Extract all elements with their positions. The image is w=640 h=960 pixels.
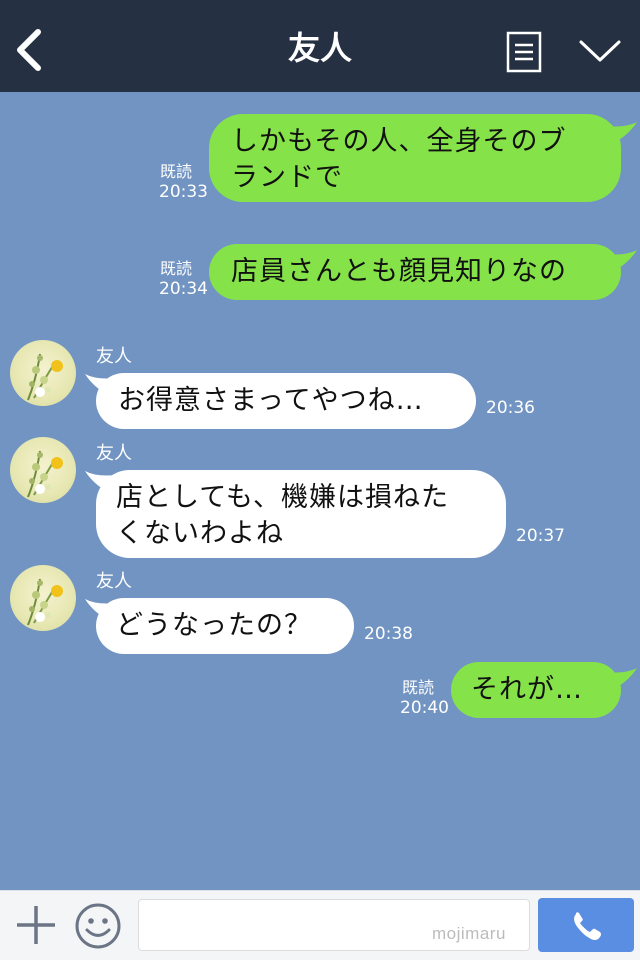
message-line: お得意さまってやつね… [118, 385, 424, 416]
chat-title: 友人 [287, 29, 352, 67]
flower-icon [27, 578, 63, 626]
sender-name: 友人 [96, 443, 132, 464]
smiley-icon[interactable] [74, 902, 122, 950]
incoming-message[interactable]: 店としても、機嫌は損ねた くないわよね [96, 470, 506, 558]
chat-header: 友人 [0, 0, 640, 92]
incoming-message[interactable]: お得意さまってやつね… [96, 373, 476, 429]
message-time: 20:33 [159, 182, 208, 202]
bubble-tail [606, 122, 637, 144]
avatar[interactable] [10, 340, 76, 406]
message-time: 20:38 [364, 624, 413, 644]
message-time: 20:40 [400, 698, 449, 718]
call-button[interactable] [538, 898, 634, 952]
chevron-down-icon[interactable] [578, 38, 622, 66]
flower-icon [27, 353, 63, 401]
read-receipt: 既読 [160, 162, 193, 181]
sender-name: 友人 [96, 346, 132, 367]
message-line: しかもその人、全身そのブ [231, 126, 567, 157]
message-line: どうなったの？ [116, 610, 312, 641]
message-time: 20:34 [159, 279, 208, 299]
outgoing-message[interactable]: それが… [451, 662, 621, 718]
message-line: 店としても、機嫌は損ねた [116, 482, 450, 513]
avatar[interactable] [10, 437, 76, 503]
outgoing-message[interactable]: 店員さんとも顔見知りなの [209, 244, 621, 300]
message-line: ランドで [231, 162, 343, 193]
message-line: それが… [471, 674, 583, 705]
avatar[interactable] [10, 565, 76, 631]
sender-name: 友人 [96, 571, 132, 592]
watermark: mojimaru [432, 924, 506, 943]
message-time: 20:37 [516, 526, 565, 546]
message-list[interactable]: 既読 20:33 しかもその人、全身そのブ ランドで 既読 20:34 店員さん… [0, 92, 640, 890]
read-receipt: 既読 [402, 678, 435, 697]
list-icon[interactable] [506, 31, 542, 73]
input-bar [0, 890, 640, 960]
message-line: くないわよね [116, 518, 284, 549]
read-receipt: 既読 [160, 259, 193, 278]
flower-icon [27, 450, 63, 498]
incoming-message[interactable]: どうなったの？ [96, 598, 354, 654]
bubble-tail [606, 250, 637, 272]
message-line: 店員さんとも顔見知りなの [231, 256, 567, 287]
bubble-tail [606, 668, 637, 690]
message-time: 20:36 [486, 398, 535, 418]
plus-icon[interactable] [14, 903, 58, 947]
outgoing-message[interactable]: しかもその人、全身そのブ ランドで [209, 114, 621, 202]
phone-icon [574, 912, 601, 941]
